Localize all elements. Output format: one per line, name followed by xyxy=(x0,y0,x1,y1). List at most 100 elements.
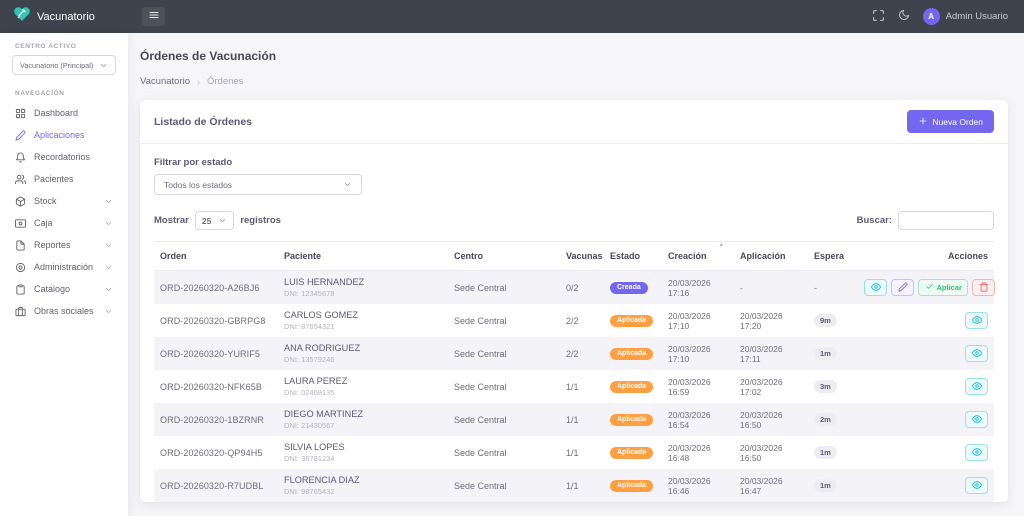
sidebar-item-aplicaciones[interactable]: Aplicaciones xyxy=(0,124,128,146)
patient-name: ANA RODRIGUEZ xyxy=(284,343,442,353)
sidebar-item-administracion[interactable]: Administración xyxy=(0,256,128,278)
wait-time-badge: 1m xyxy=(814,347,837,360)
status-cell: Aplicada xyxy=(604,436,662,469)
sidebar-item-caja[interactable]: Caja xyxy=(0,212,128,234)
edit-icon xyxy=(898,282,908,294)
column-header-label: Creación xyxy=(668,251,707,261)
orders-table: Orden Paciente Centro Vacunas Estado Creación… xyxy=(154,241,994,502)
eye-icon xyxy=(972,348,982,360)
orders-card: Listado de Órdenes Nueva Orden Filtrar p… xyxy=(140,100,1008,502)
wait-time: 3m xyxy=(808,370,854,403)
status-filter-select[interactable]: Todos los estados xyxy=(154,174,362,195)
sidebar-item-pacientes[interactable]: Pacientes xyxy=(0,168,128,190)
table-row: ORD-20260320-GBRPG8CARLOS GOMEZDNI: 8765… xyxy=(154,304,994,337)
created-at: 20/03/2026 17:10 xyxy=(662,304,734,337)
breadcrumb-parent[interactable]: Vacunatorio xyxy=(140,76,190,87)
delete-order-button[interactable] xyxy=(972,279,995,296)
table-row: ORD-20260320-1BZRNRDIEGO MARTINEZDNI: 21… xyxy=(154,403,994,436)
column-header-label: Acciones xyxy=(948,251,988,261)
created-at: 20/03/2026 16:59 xyxy=(662,370,734,403)
column-header-label: Centro xyxy=(454,251,483,261)
column-header-acciones[interactable]: Acciones xyxy=(854,242,994,271)
chevron-down-icon xyxy=(218,216,227,225)
view-order-button[interactable] xyxy=(965,411,988,428)
sidebar-item-label: Administración xyxy=(34,262,93,272)
sidebar-item-dashboard[interactable]: Dashboard xyxy=(0,102,128,124)
status-badge: Creada xyxy=(610,282,648,294)
syringe-icon xyxy=(15,130,26,141)
sidebar-item-label: Catálogo xyxy=(34,284,70,294)
sidebar-item-recordatorios[interactable]: Recordatorios xyxy=(0,146,128,168)
chevron-down-icon xyxy=(104,197,113,206)
trash-icon xyxy=(979,282,989,294)
menu-toggle-button[interactable] xyxy=(142,7,165,26)
column-header-label: Aplicación xyxy=(740,251,786,261)
user-menu[interactable]: A Admin Usuario xyxy=(923,8,1008,25)
breadcrumb-current: Órdenes xyxy=(207,76,243,87)
column-header-creacion[interactable]: Creación▲ xyxy=(662,242,734,271)
gear-icon xyxy=(15,262,26,273)
order-id: ORD-20260320-1BZRNR xyxy=(154,403,278,436)
column-header-paciente[interactable]: Paciente xyxy=(278,242,448,271)
order-id: ORD-20260320-GBRPG8 xyxy=(154,304,278,337)
apply-order-button[interactable]: Aplicar xyxy=(918,279,968,296)
user-name: Admin Usuario xyxy=(946,11,1008,22)
column-header-label: Vacunas xyxy=(566,251,603,261)
patient-cell: DIEGO MARTINEZDNI: 21430567 xyxy=(278,403,448,436)
eye-icon xyxy=(972,381,982,393)
column-header-centro[interactable]: Centro xyxy=(448,242,560,271)
sidebar-item-reportes[interactable]: Reportes xyxy=(0,234,128,256)
view-order-button[interactable] xyxy=(965,444,988,461)
table-row: ORD-20260320-QP94H5SILVIA LOPESDNI: 3678… xyxy=(154,436,994,469)
column-header-espera[interactable]: Espera xyxy=(808,242,854,271)
card-body: Filtrar por estado Todos los estados Mos… xyxy=(140,144,1008,502)
status-badge: Aplicada xyxy=(610,381,653,393)
patient-dni: DNI: 36781234 xyxy=(284,454,442,463)
chevron-down-icon xyxy=(99,61,108,70)
applied-at: - xyxy=(734,271,808,305)
wait-time: - xyxy=(808,271,854,305)
edit-order-button[interactable] xyxy=(891,279,914,296)
view-order-button[interactable] xyxy=(965,477,988,494)
status-badge: Aplicada xyxy=(610,447,653,459)
created-at: 20/03/2026 16:46 xyxy=(662,469,734,502)
column-header-label: Paciente xyxy=(284,251,321,261)
center-select[interactable]: Vacunatorio (Principal) xyxy=(12,55,116,75)
new-order-button[interactable]: Nueva Orden xyxy=(907,110,994,133)
fullscreen-button[interactable] xyxy=(872,9,885,25)
column-header-label: Estado xyxy=(610,251,640,261)
column-header-vacunas[interactable]: Vacunas xyxy=(560,242,604,271)
brand[interactable]: Vacunatorio xyxy=(0,5,128,28)
cash-icon xyxy=(15,218,26,229)
created-at: 20/03/2026 16:54 xyxy=(662,403,734,436)
center-name: Sede Central xyxy=(448,436,560,469)
view-order-button[interactable] xyxy=(965,312,988,329)
sidebar-item-catalogo[interactable]: Catálogo xyxy=(0,278,128,300)
search-input[interactable] xyxy=(898,211,994,230)
view-order-button[interactable] xyxy=(864,279,887,296)
page-length-value: 25 xyxy=(202,216,211,226)
column-header-aplicacion[interactable]: Aplicación xyxy=(734,242,808,271)
view-order-button[interactable] xyxy=(965,345,988,362)
brand-name: Vacunatorio xyxy=(37,11,95,23)
file-icon xyxy=(15,240,26,251)
column-header-orden[interactable]: Orden xyxy=(154,242,278,271)
sidebar-item-obras-sociales[interactable]: Obras sociales xyxy=(0,300,128,322)
view-order-button[interactable] xyxy=(965,378,988,395)
center-select-value: Vacunatorio (Principal) xyxy=(20,61,93,70)
briefcase-icon xyxy=(15,306,26,317)
actions-cell xyxy=(854,469,994,502)
sidebar-item-stock[interactable]: Stock xyxy=(0,190,128,212)
new-order-button-label: Nueva Orden xyxy=(932,117,983,127)
sidebar-nav: Dashboard Aplicaciones Recordatorios Pacien… xyxy=(0,102,128,322)
sidebar-item-label: Pacientes xyxy=(34,174,74,184)
dark-mode-button[interactable] xyxy=(898,9,910,24)
status-cell: Aplicada xyxy=(604,370,662,403)
patient-name: SILVIA LOPES xyxy=(284,442,442,452)
status-filter-value: Todos los estados xyxy=(164,180,232,190)
column-header-estado[interactable]: Estado xyxy=(604,242,662,271)
vaccines-count: 1/1 xyxy=(560,370,604,403)
sidebar-item-label: Aplicaciones xyxy=(34,130,85,140)
page-length-select[interactable]: 25 xyxy=(195,211,234,230)
sidebar-item-label: Dashboard xyxy=(34,108,78,118)
